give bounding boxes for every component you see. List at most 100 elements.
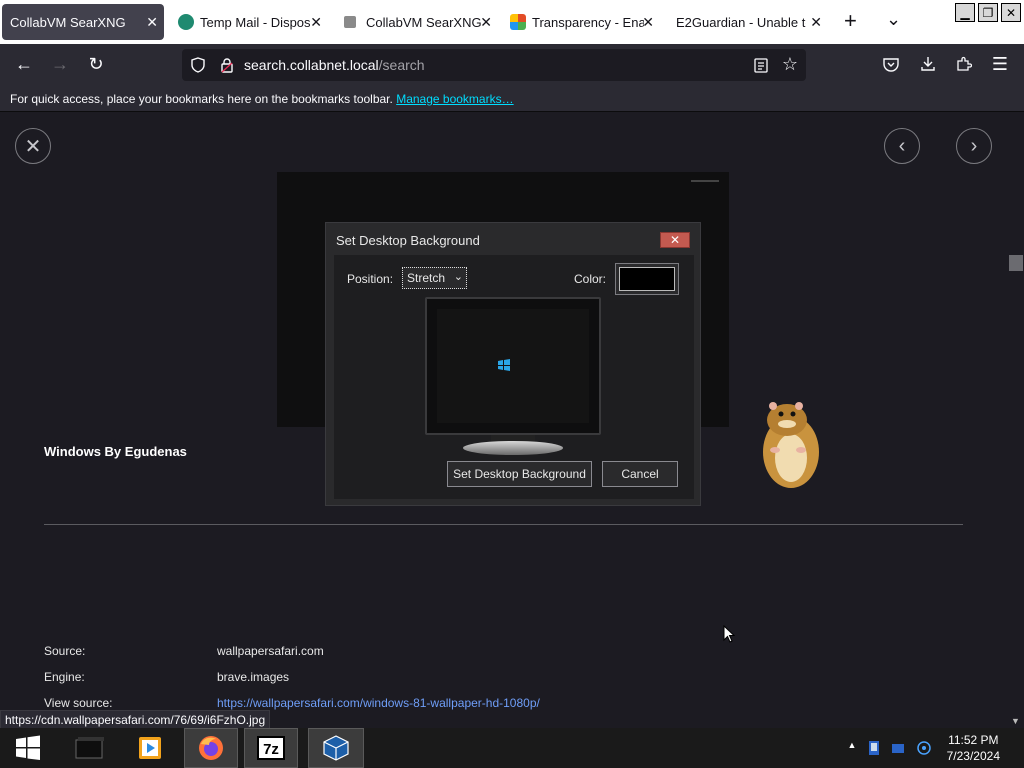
tab-strip: CollabVM SearXNG ✕ Temp Mail - Dispos ✕ … <box>0 0 1024 44</box>
tab-title: Temp Mail - Dispos <box>200 14 311 30</box>
monitor-screen <box>437 309 589 423</box>
speaker-tray-icon[interactable] <box>916 740 932 756</box>
monitor-stand <box>463 441 563 455</box>
tab-collabvm-searxng-2[interactable]: CollabVM SearXNG ✕ <box>336 4 498 40</box>
firefox-icon <box>199 736 223 760</box>
minimize-window-button[interactable]: ▁ <box>955 3 975 22</box>
dialog-body: Position: Stretch ⌄ Color: Set Desktop B… <box>334 255 694 499</box>
url-host: search.collabnet.local <box>244 57 379 73</box>
source-label: Source: <box>44 644 86 658</box>
set-desktop-background-button[interactable]: Set Desktop Background <box>447 461 592 487</box>
url-text[interactable]: search.collabnet.local/search <box>244 57 425 73</box>
display-tray-icon[interactable] <box>890 740 906 756</box>
status-bar-link: https://cdn.wallpapersafari.com/76/69/i6… <box>0 710 271 729</box>
back-arrow-icon[interactable]: ← <box>12 54 36 74</box>
close-tab-icon[interactable]: ✕ <box>310 14 322 30</box>
dialog-title: Set Desktop Background <box>336 233 480 248</box>
scroll-down-arrow-icon[interactable]: ▼ <box>1011 716 1020 726</box>
source-value: wallpapersafari.com <box>217 644 324 658</box>
navigation-toolbar: ← → ↻ search.collabnet.local/search ☆ ☰ <box>0 44 1024 86</box>
bookmarks-message: For quick access, place your bookmarks h… <box>10 92 393 106</box>
transparency-favicon-icon <box>510 14 526 30</box>
windows-start-icon <box>16 735 40 760</box>
taskbar-firefox-app[interactable] <box>184 728 238 768</box>
tab-title: E2Guardian - Unable to <box>676 14 806 30</box>
show-hidden-icons-chevron-icon[interactable]: ▲ <box>844 740 860 756</box>
bookmarks-toolbar: For quick access, place your bookmarks h… <box>0 86 1024 112</box>
reload-icon[interactable]: ↻ <box>84 54 108 74</box>
pocket-icon[interactable] <box>883 57 899 72</box>
manage-bookmarks-link[interactable]: Manage bookmarks… <box>396 92 513 106</box>
bookmark-star-icon[interactable]: ☆ <box>778 54 802 74</box>
reader-view-icon[interactable] <box>754 58 768 73</box>
wallpaper-watermark <box>691 180 719 182</box>
close-preview-icon[interactable]: ✕ <box>15 128 51 164</box>
system-clock[interactable]: 11:52 PM 7/23/2024 <box>947 732 1000 764</box>
position-select[interactable]: Stretch ⌄ <box>402 267 467 289</box>
tab-title: CollabVM SearXNG <box>366 14 482 30</box>
view-source-label: View source: <box>44 696 113 710</box>
tab-collabvm-searxng[interactable]: CollabVM SearXNG ✕ <box>2 4 164 40</box>
virtualbox-cube-icon <box>323 735 349 761</box>
chevron-down-icon: ⌄ <box>453 271 463 283</box>
tab-title: Transparency - Enab <box>532 14 644 30</box>
monitor-bezel <box>425 297 601 435</box>
dialog-close-button[interactable]: ✕ <box>660 232 690 248</box>
taskbar-7zip-app[interactable]: 7z <box>244 728 298 768</box>
terminal-icon <box>75 737 104 759</box>
hamster-desktop-pet[interactable] <box>755 390 825 490</box>
set-desktop-background-dialog: Set Desktop Background ✕ Position: Stret… <box>325 222 701 506</box>
taskbar: 7z ▲ 11:52 PM 7/23/2024 <box>0 728 1024 768</box>
restore-window-button[interactable]: ❐ <box>978 3 998 22</box>
tab-title: CollabVM SearXNG <box>10 14 126 30</box>
cancel-button[interactable]: Cancel <box>602 461 678 487</box>
tab-e2guardian[interactable]: E2Guardian - Unable to ✕ <box>668 4 828 40</box>
windows-logo-icon <box>498 359 510 371</box>
close-tab-icon[interactable]: ✕ <box>146 14 158 30</box>
next-image-icon[interactable]: › <box>956 128 992 164</box>
url-path: /search <box>378 57 425 73</box>
color-swatch <box>619 267 675 291</box>
url-bar[interactable]: search.collabnet.local/search ☆ <box>182 49 806 81</box>
taskbar-media-player-app[interactable] <box>122 728 178 768</box>
forward-arrow-icon[interactable]: → <box>48 54 72 74</box>
image-title: Windows By Egudenas <box>44 444 187 459</box>
clock-date: 7/23/2024 <box>946 749 1000 763</box>
view-source-link[interactable]: https://wallpapersafari.com/windows-81-w… <box>217 696 540 710</box>
network-tray-icon[interactable] <box>866 740 882 756</box>
color-picker-button[interactable] <box>615 263 679 295</box>
list-all-tabs-button[interactable]: ⌄ <box>886 8 901 30</box>
lock-icon[interactable] <box>220 57 234 73</box>
engine-value: brave.images <box>217 670 290 684</box>
hamburger-menu-icon[interactable]: ☰ <box>988 54 1012 74</box>
color-label: Color: <box>574 272 607 286</box>
close-window-button[interactable]: ✕ <box>1001 3 1021 22</box>
temp-mail-favicon-icon <box>178 14 194 30</box>
tab-transparency[interactable]: Transparency - Enab ✕ <box>502 4 660 40</box>
position-selected-value: Stretch <box>407 271 446 285</box>
svg-text:7z: 7z <box>263 741 279 758</box>
monitor-preview <box>425 297 601 457</box>
extensions-puzzle-icon[interactable] <box>956 56 972 72</box>
media-player-icon <box>139 737 161 759</box>
7zip-icon: 7z <box>257 736 285 760</box>
start-button[interactable] <box>0 728 56 768</box>
taskbar-terminal-app[interactable] <box>62 728 118 768</box>
new-tab-button[interactable]: + <box>844 10 857 32</box>
downloads-icon[interactable] <box>920 56 936 72</box>
tab-temp-mail[interactable]: Temp Mail - Dispos ✕ <box>170 4 328 40</box>
engine-label: Engine: <box>44 670 85 684</box>
previous-image-icon[interactable]: ‹ <box>884 128 920 164</box>
mouse-cursor-icon <box>723 625 735 643</box>
page-scrollbar[interactable]: ▼ <box>1007 113 1024 728</box>
taskbar-virtualbox-app[interactable] <box>308 728 364 768</box>
scrollbar-thumb[interactable] <box>1009 255 1023 271</box>
close-tab-icon[interactable]: ✕ <box>810 14 822 30</box>
position-label: Position: <box>347 272 394 286</box>
clock-time: 11:52 PM <box>948 733 999 747</box>
divider <box>44 524 963 525</box>
searxng-favicon-icon <box>344 16 356 28</box>
close-tab-icon[interactable]: ✕ <box>480 14 492 30</box>
tracking-protection-shield-icon[interactable] <box>190 57 206 73</box>
close-tab-icon[interactable]: ✕ <box>642 14 654 30</box>
